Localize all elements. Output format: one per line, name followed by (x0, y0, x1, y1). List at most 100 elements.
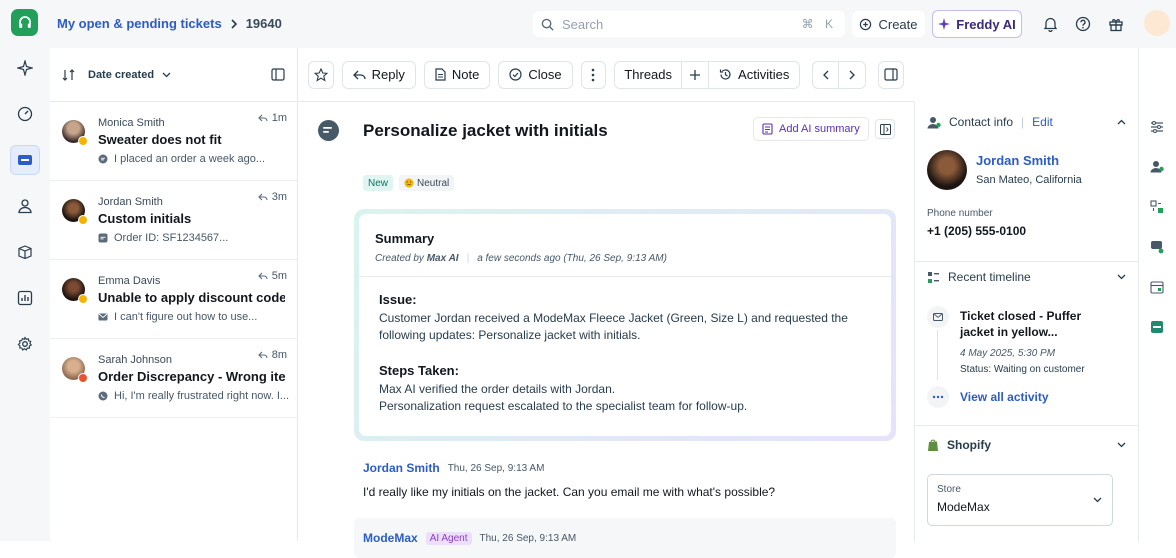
nav-contacts-icon[interactable] (10, 191, 40, 221)
gift-icon[interactable] (1107, 15, 1125, 33)
star-button[interactable] (308, 60, 334, 89)
right-tool-strip (1138, 48, 1176, 541)
contact-info-title: Contact info (949, 115, 1014, 129)
contact-icon (927, 116, 941, 129)
reply-icon (257, 193, 268, 201)
next-ticket-icon[interactable] (839, 62, 865, 88)
ticket-subject-row: Personalize jacket with initials (318, 120, 608, 141)
ticket-list-header: Date created (50, 48, 297, 102)
reply-button[interactable]: Reply (341, 60, 416, 89)
nav-dashboard-icon[interactable] (10, 99, 40, 129)
app-logo-icon[interactable] (11, 9, 38, 36)
search-shortcut: ⌘ K (801, 17, 837, 31)
top-bar: My open & pending tickets 19640 Search ⌘… (0, 0, 1176, 48)
ticket-type-icon (318, 120, 339, 141)
activities-button[interactable]: Activities (709, 62, 799, 88)
ticket-list-item[interactable]: Emma Davis Unable to apply discount code… (50, 260, 297, 339)
ticket-time: 1m (257, 112, 287, 124)
search-icon (541, 18, 554, 31)
ticket-subject: Order Discrepancy - Wrong ite... (98, 369, 285, 384)
nav-ai-sparkle-icon[interactable] (10, 53, 40, 83)
threads-button[interactable]: Threads (615, 61, 683, 88)
note-button[interactable]: Note (423, 60, 491, 89)
conversations-icon[interactable] (1150, 240, 1166, 256)
ticket-title: Personalize jacket with initials (363, 120, 608, 140)
contact-sidebar: Contact info | Edit Jordan Smith San Mat… (914, 102, 1138, 541)
search-input[interactable]: Search ⌘ K (533, 11, 845, 37)
chevron-up-icon[interactable] (1117, 119, 1126, 125)
issue-heading: Issue: (379, 292, 417, 307)
freddy-label: Freddy AI (956, 16, 1016, 32)
view-all-activity-link[interactable]: View all activity (960, 390, 1049, 404)
calendar-icon[interactable] (1150, 280, 1166, 296)
steps-heading: Steps Taken: (379, 363, 459, 378)
bell-icon[interactable] (1041, 15, 1059, 33)
create-label: Create (878, 16, 918, 32)
contact-name[interactable]: Jordan Smith (976, 153, 1059, 168)
collapse-panel-icon[interactable] (271, 68, 285, 81)
filter-sliders-icon[interactable] (1150, 120, 1166, 136)
shopify-title: Shopify (947, 438, 991, 452)
more-options-button[interactable] (580, 60, 607, 89)
chevron-right-icon (230, 18, 238, 29)
step-2: Personalization request escalated to the… (379, 399, 748, 413)
message-date: Thu, 26 Sep, 9:13 AM (447, 462, 545, 474)
integrations-icon[interactable] (1150, 200, 1166, 216)
chat-icon (98, 233, 108, 243)
store-value: ModeMax (937, 500, 990, 514)
sort-icon[interactable] (62, 68, 76, 81)
threads-activities-group: Threads Activities (614, 60, 801, 89)
more-dots-icon (927, 386, 949, 408)
nav-settings-icon[interactable] (10, 329, 40, 359)
reply-arrow-icon (352, 70, 366, 80)
timeline-item-status: Status: Waiting on customer (960, 364, 1085, 375)
ticket-time: 3m (257, 191, 287, 203)
prev-ticket-icon[interactable] (813, 61, 840, 88)
summary-meta: Created by Max AI | a few seconds ago (T… (375, 253, 667, 264)
chevron-down-icon[interactable] (1117, 274, 1126, 280)
reply-icon (257, 272, 268, 280)
nav-tickets-icon[interactable] (10, 145, 40, 175)
user-avatar[interactable] (1144, 10, 1170, 36)
message-author[interactable]: Jordan Smith (363, 461, 440, 475)
edit-contact-link[interactable]: Edit (1032, 115, 1053, 129)
add-thread-icon[interactable] (682, 61, 710, 88)
contact-avatar (927, 150, 967, 190)
ticket-list-item[interactable]: Sarah Johnson Order Discrepancy - Wrong … (50, 339, 297, 418)
breadcrumb-link[interactable]: My open & pending tickets (57, 16, 222, 31)
nav-knowledge-icon[interactable] (10, 237, 40, 267)
issue-text: Customer Jordan received a ModeMax Fleec… (379, 311, 848, 342)
sentiment-badge: Neutral (399, 175, 455, 191)
ticket-detail-pane: Reply Note Close Threads Activities Pers… (298, 48, 914, 558)
nav-reports-icon[interactable] (10, 283, 40, 313)
sort-label[interactable]: Date created (88, 69, 154, 81)
chevron-down-icon[interactable] (1117, 442, 1126, 448)
message-author[interactable]: ModeMax (363, 531, 418, 545)
contact-details-icon[interactable] (1150, 160, 1166, 176)
avatar (62, 278, 88, 304)
ticket-list-item[interactable]: Jordan Smith Custom initials Order ID: S… (50, 181, 297, 260)
contact-location: San Mateo, California (976, 174, 1082, 186)
timeline-item-title[interactable]: Ticket closed - Puffer jacket in yellow.… (960, 308, 1098, 340)
add-ai-summary-button[interactable]: Add AI summary (753, 117, 869, 141)
email-icon (927, 306, 949, 328)
help-icon[interactable] (1074, 15, 1092, 33)
ticket-time: 8m (257, 349, 287, 361)
chevron-down-icon[interactable] (162, 72, 171, 78)
status-badge: New (363, 175, 394, 191)
freddy-ai-button[interactable]: Freddy AI (932, 10, 1022, 38)
phone-number[interactable]: +1 (205) 555-0100 (927, 224, 1026, 238)
close-ticket-button[interactable]: Close (498, 60, 573, 89)
expand-panel-icon[interactable] (875, 119, 895, 139)
reply-icon (257, 114, 268, 122)
toggle-sidebar-button[interactable] (878, 60, 904, 89)
ticket-subject: Sweater does not fit (98, 132, 222, 147)
store-label: Store (937, 484, 961, 495)
store-select[interactable]: Store ModeMax (927, 474, 1113, 526)
ai-agent-badge: AI Agent (425, 531, 472, 545)
store-app-icon[interactable] (1150, 320, 1166, 336)
ticket-list-item[interactable]: Monica Smith Sweater does not fit I plac… (50, 102, 297, 181)
create-button[interactable]: Create (852, 11, 925, 37)
check-circle-icon (509, 68, 522, 81)
ticket-list-pane: Date created Monica Smith Sweater does n… (50, 48, 298, 541)
